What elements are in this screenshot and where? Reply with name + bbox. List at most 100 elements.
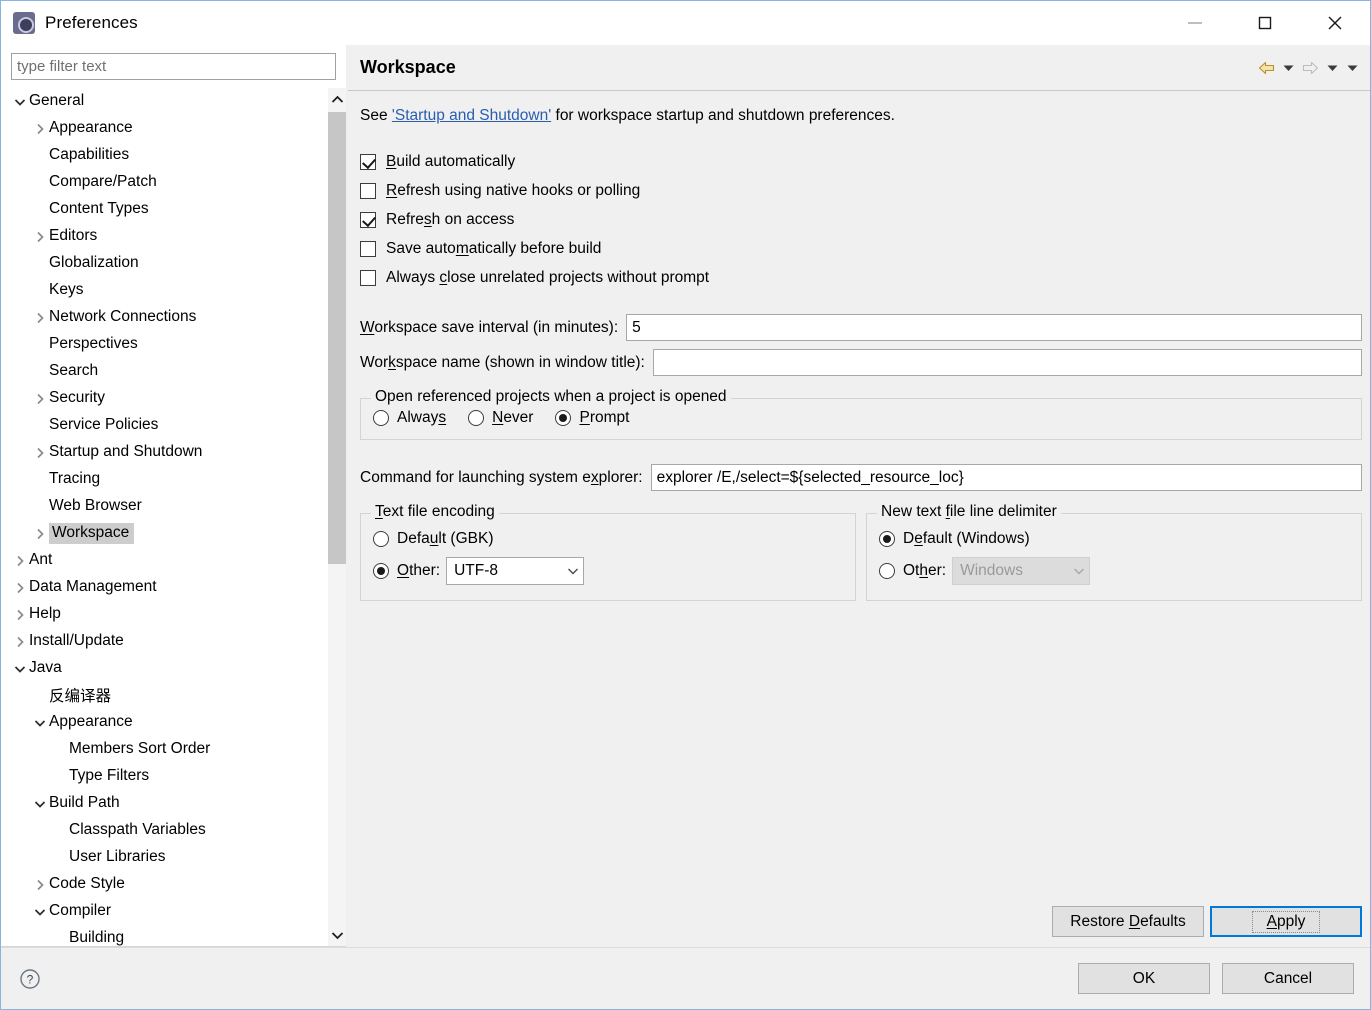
minimize-button[interactable] — [1160, 1, 1230, 45]
encoding-other-indicator[interactable] — [373, 563, 389, 579]
tree-item-editors[interactable]: Editors — [1, 223, 314, 250]
chevron-right-icon[interactable] — [31, 447, 49, 459]
checkbox-indicator[interactable] — [360, 154, 376, 170]
apply-button[interactable]: Apply — [1210, 906, 1362, 937]
save-interval-input[interactable] — [626, 314, 1362, 341]
tree-item-tracing[interactable]: Tracing — [1, 466, 314, 493]
forward-menu-chevron-down-icon[interactable] — [1324, 57, 1340, 79]
workspace-name-row: Workspace name (shown in window title): — [360, 349, 1362, 376]
delimiter-other-indicator[interactable] — [879, 563, 895, 579]
restore-defaults-button[interactable]: Restore Defaults — [1052, 906, 1204, 937]
delimiter-combo-chevron-down-icon — [1073, 567, 1085, 575]
close-button[interactable] — [1300, 1, 1370, 45]
radio-prompt-indicator[interactable] — [555, 410, 571, 426]
tree-item-web-browser[interactable]: Web Browser — [1, 493, 314, 520]
scroll-down-icon[interactable] — [328, 924, 346, 946]
tree-item-code-style[interactable]: Code Style — [1, 871, 314, 898]
tree-item-perspectives[interactable]: Perspectives — [1, 331, 314, 358]
chevron-right-icon[interactable] — [31, 312, 49, 324]
tree-item-build-path[interactable]: Build Path — [1, 790, 314, 817]
delimiter-default-indicator[interactable] — [879, 531, 895, 547]
checkbox-row-refresh-on-access[interactable]: Refresh on access — [360, 205, 1362, 234]
tree-item-appearance[interactable]: Appearance — [1, 115, 314, 142]
radio-never-indicator[interactable] — [468, 410, 484, 426]
tree-item-[interactable]: 反编译器 — [1, 682, 314, 709]
filter-input[interactable] — [11, 53, 336, 80]
cancel-button[interactable]: Cancel — [1222, 963, 1354, 994]
encoding-combo[interactable]: UTF-8 — [446, 557, 584, 585]
tree-item-user-libraries[interactable]: User Libraries — [1, 844, 314, 871]
tree-item-service-policies[interactable]: Service Policies — [1, 412, 314, 439]
encoding-default-row[interactable]: Default (GBK) — [373, 524, 843, 554]
scrollbar-thumb[interactable] — [328, 112, 346, 564]
chevron-down-icon[interactable] — [31, 800, 49, 808]
tree-item-label: Startup and Shutdown — [49, 442, 206, 463]
tree-item-startup-and-shutdown[interactable]: Startup and Shutdown — [1, 439, 314, 466]
tree-item-install-update[interactable]: Install/Update — [1, 628, 314, 655]
radio-option-never[interactable]: Never — [468, 409, 555, 427]
help-question-icon[interactable]: ? — [17, 966, 43, 992]
explorer-command-input[interactable] — [651, 464, 1362, 491]
back-menu-chevron-down-icon[interactable] — [1280, 57, 1296, 79]
tree-item-keys[interactable]: Keys — [1, 277, 314, 304]
checkbox-indicator[interactable] — [360, 270, 376, 286]
chevron-right-icon[interactable] — [11, 555, 29, 567]
checkbox-row-refresh-using-native-hooks-or-polling[interactable]: Refresh using native hooks or polling — [360, 176, 1362, 205]
tree-item-type-filters[interactable]: Type Filters — [1, 763, 314, 790]
radio-option-always[interactable]: Always — [373, 409, 468, 427]
radio-option-prompt[interactable]: Prompt — [555, 409, 651, 427]
view-menu-chevron-down-icon[interactable] — [1344, 57, 1360, 79]
tree-item-compare-patch[interactable]: Compare/Patch — [1, 169, 314, 196]
tree-item-ant[interactable]: Ant — [1, 547, 314, 574]
tree-item-capabilities[interactable]: Capabilities — [1, 142, 314, 169]
tree-item-compiler[interactable]: Compiler — [1, 898, 314, 925]
chevron-right-icon[interactable] — [31, 879, 49, 891]
tree-item-java[interactable]: Java — [1, 655, 314, 682]
tree-item-general[interactable]: General — [1, 88, 314, 115]
chevron-down-icon[interactable] — [11, 98, 29, 106]
chevron-right-icon[interactable] — [31, 528, 49, 540]
checkbox-row-save-automatically-before-build[interactable]: Save automatically before build — [360, 234, 1362, 263]
tree-item-globalization[interactable]: Globalization — [1, 250, 314, 277]
checkbox-row-build-automatically[interactable]: Build automatically — [360, 147, 1362, 176]
checkbox-indicator[interactable] — [360, 183, 376, 199]
encoding-other-row[interactable]: Other: UTF-8 — [373, 554, 843, 588]
tree-item-appearance[interactable]: Appearance — [1, 709, 314, 736]
tree-item-workspace[interactable]: Workspace — [1, 520, 314, 547]
chevron-right-icon[interactable] — [31, 123, 49, 135]
ok-button[interactable]: OK — [1078, 963, 1210, 994]
chevron-down-icon[interactable] — [11, 665, 29, 673]
chevron-down-icon[interactable] — [31, 719, 49, 727]
encoding-default-indicator[interactable] — [373, 531, 389, 547]
tree-item-security[interactable]: Security — [1, 385, 314, 412]
startup-shutdown-link[interactable]: 'Startup and Shutdown' — [392, 107, 551, 124]
tree-item-search[interactable]: Search — [1, 358, 314, 385]
tree-scrollbar[interactable] — [328, 88, 346, 946]
chevron-right-icon[interactable] — [11, 636, 29, 648]
checkbox-indicator[interactable] — [360, 212, 376, 228]
checkbox-list: Build automaticallyRefresh using native … — [360, 147, 1362, 292]
scroll-up-icon[interactable] — [328, 88, 346, 110]
chevron-right-icon[interactable] — [31, 393, 49, 405]
delimiter-default-row[interactable]: Default (Windows) — [879, 524, 1349, 554]
back-arrow-icon[interactable] — [1256, 57, 1276, 79]
checkbox-row-always-close-unrelated-projects-without-prompt[interactable]: Always close unrelated projects without … — [360, 263, 1362, 292]
tree-item-network-connections[interactable]: Network Connections — [1, 304, 314, 331]
chevron-down-icon[interactable] — [31, 908, 49, 916]
tree-item-building[interactable]: Building — [1, 925, 314, 947]
workspace-name-input[interactable] — [653, 349, 1362, 376]
delimiter-other-row[interactable]: Other: Windows — [879, 554, 1349, 588]
tree-item-label: 反编译器 — [49, 683, 115, 708]
tree-item-data-management[interactable]: Data Management — [1, 574, 314, 601]
chevron-right-icon[interactable] — [11, 609, 29, 621]
tree-item-content-types[interactable]: Content Types — [1, 196, 314, 223]
tree-item-help[interactable]: Help — [1, 601, 314, 628]
chevron-right-icon[interactable] — [11, 582, 29, 594]
chevron-right-icon[interactable] — [31, 231, 49, 243]
maximize-button[interactable] — [1230, 1, 1300, 45]
radio-always-indicator[interactable] — [373, 410, 389, 426]
tree-item-members-sort-order[interactable]: Members Sort Order — [1, 736, 314, 763]
tree-item-classpath-variables[interactable]: Classpath Variables — [1, 817, 314, 844]
checkbox-indicator[interactable] — [360, 241, 376, 257]
tree-item-label: Web Browser — [49, 496, 146, 517]
